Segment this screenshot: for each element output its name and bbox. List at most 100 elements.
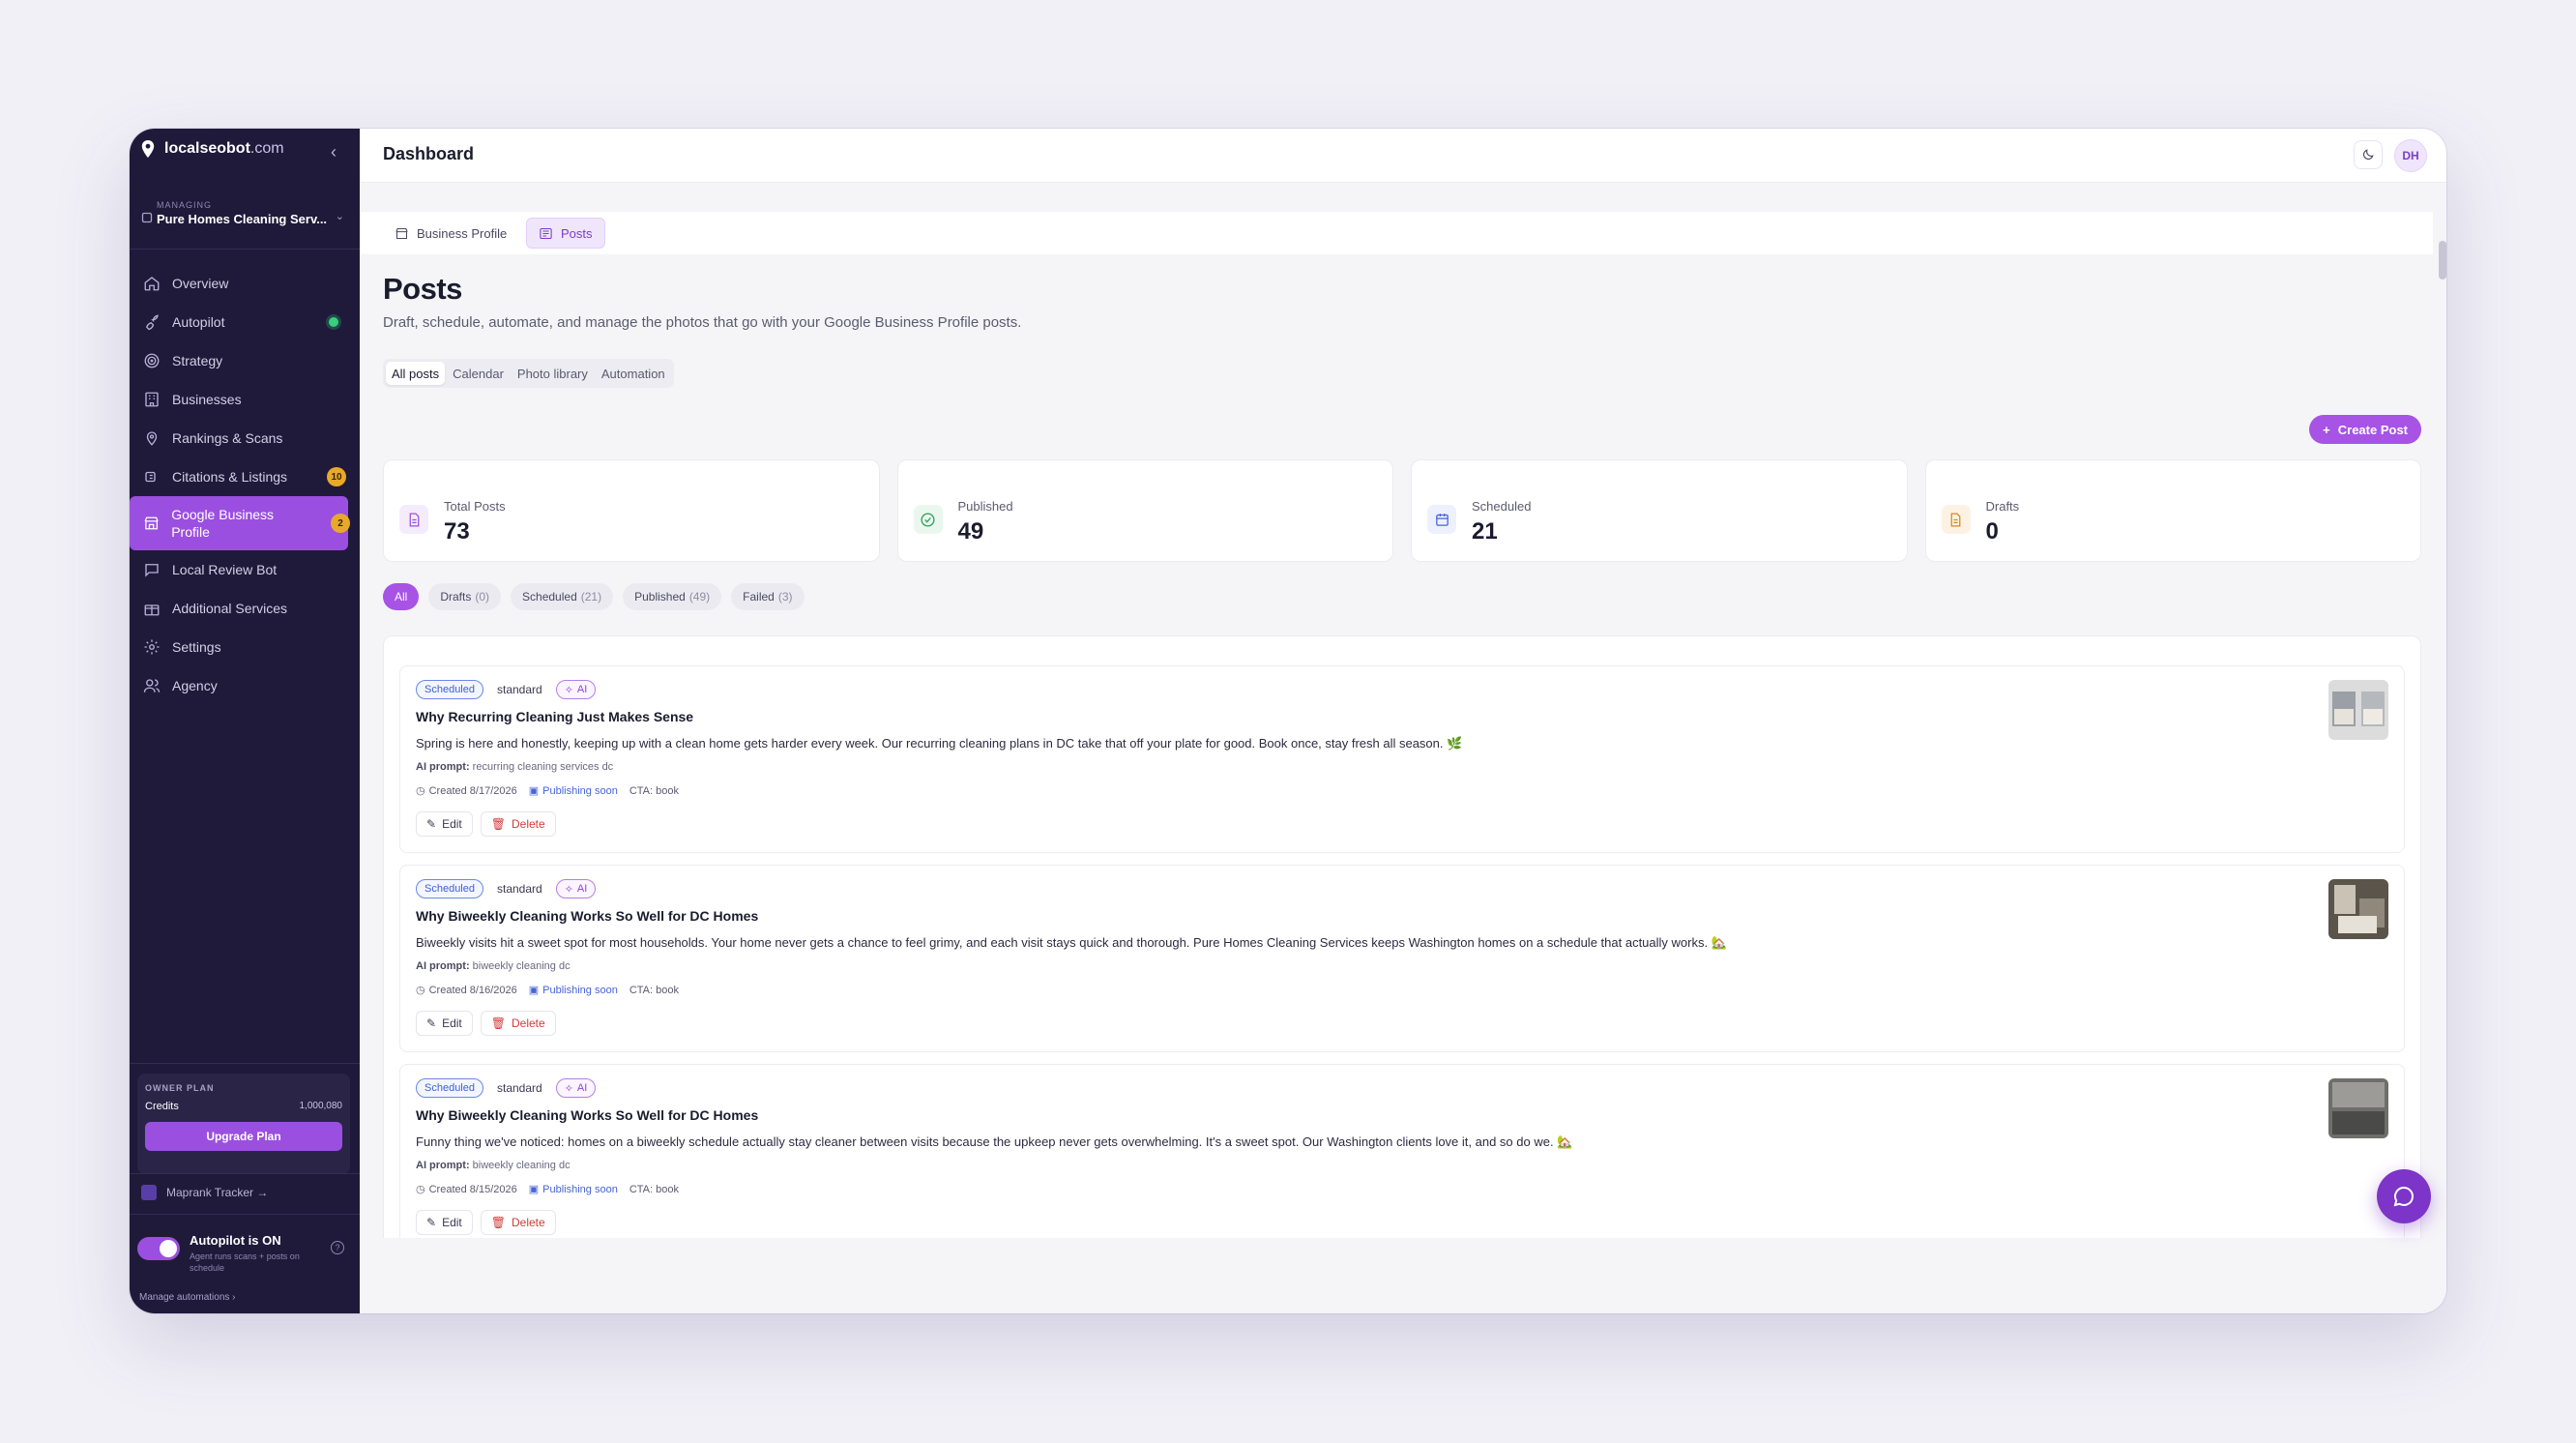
post-photo[interactable]: [2328, 1078, 2388, 1138]
ai-badge: ✧ AI: [555, 879, 597, 898]
post-meta: ◷ Created 8/16/2026 ▣ Publishing soon CTA:…: [416, 984, 679, 997]
sidebar-item-label: Strategy: [172, 353, 223, 368]
ai-prompt: AI prompt: biweekly cleaning dc: [416, 960, 571, 972]
delete-button[interactable]: 🗑 Delete: [480, 811, 556, 837]
post-photo[interactable]: [2328, 879, 2388, 939]
pencil-icon: ✎: [426, 817, 437, 831]
upgrade-plan-button[interactable]: Upgrade Plan: [145, 1122, 342, 1151]
tab-calendar[interactable]: Calendar: [447, 362, 510, 385]
stat-card-scheduled: Scheduled 21: [1411, 459, 1908, 562]
main-area: Dashboard DH Business Profile Posts Post…: [360, 129, 2446, 1313]
status-dot: [329, 317, 338, 327]
sidebar-item-local-review-bot[interactable]: Local Review Bot: [130, 550, 360, 589]
tab-photo-library[interactable]: Photo library: [512, 362, 594, 385]
filter-drafts[interactable]: Drafts (0): [428, 583, 502, 610]
tab-automation[interactable]: Automation: [596, 362, 671, 385]
tab-posts[interactable]: Posts: [526, 218, 605, 249]
filter-scheduled[interactable]: Scheduled (21): [511, 583, 614, 610]
post-title: Why Biweekly Cleaning Works So Well for …: [416, 1107, 759, 1123]
theme-toggle-button[interactable]: [2354, 140, 2383, 169]
post-body: Funny thing we've noticed: homes on a bi…: [416, 1134, 1573, 1149]
building-icon: [145, 392, 159, 407]
trash-icon: 🗑: [490, 1216, 506, 1229]
link-icon: [145, 471, 156, 483]
divider: [130, 249, 360, 250]
business-name: Pure Homes Cleaning Serv...: [157, 212, 328, 226]
sidebar-item-businesses[interactable]: Businesses: [130, 380, 360, 419]
credits-value: 1,000,080: [299, 1101, 343, 1111]
edit-button[interactable]: ✎ Edit: [416, 811, 473, 837]
sidebar-nav: Overview Autopilot Strategy Businesses R…: [130, 264, 360, 705]
sidebar-item-overview[interactable]: Overview: [130, 264, 360, 303]
gear-icon: [144, 639, 160, 655]
stat-value: 49: [957, 518, 984, 545]
post-tags: Scheduled standard ✧ AI: [416, 1078, 597, 1098]
post-body: Biweekly visits hit a sweet spot for mos…: [416, 935, 1727, 950]
post-card: Scheduled standard ✧ AI Why Biweekly Clea…: [399, 865, 2405, 1052]
help-icon[interactable]: ?: [331, 1241, 344, 1254]
autopilot-status: Autopilot is ON Agent runs scans + posts…: [137, 1229, 352, 1287]
filter-published[interactable]: Published (49): [623, 583, 722, 610]
newspaper-icon: [540, 227, 552, 239]
sidebar-item-additional-services[interactable]: Additional Services: [130, 589, 360, 628]
maprank-tracker-link[interactable]: Maprank Tracker →: [141, 1185, 268, 1200]
brand[interactable]: localseobot.com: [141, 140, 284, 158]
sidebar-item-settings[interactable]: Settings: [130, 628, 360, 666]
trash-icon: 🗑: [490, 1016, 506, 1030]
sidebar-item-label: Agency: [172, 678, 218, 693]
post-type: standard: [497, 882, 542, 896]
posts-list: Scheduled standard ✧ AI Why Recurring Cle…: [383, 635, 2421, 1238]
sidebar-item-label: Google Business Profile: [171, 506, 275, 540]
content-scroll[interactable]: Business Profile Posts Posts Draft, sche…: [360, 183, 2446, 1238]
credits-label: Credits: [145, 1101, 179, 1112]
target-icon: [144, 353, 160, 368]
manage-automations-link[interactable]: Manage automations ›: [139, 1292, 236, 1303]
sidebar-item-citations[interactable]: Citations & Listings 10: [130, 457, 360, 496]
gift-icon: [144, 604, 160, 616]
chat-button[interactable]: [2377, 1169, 2431, 1223]
app-window: localseobot.com ‹ MANAGING Pure Homes Cl…: [130, 129, 2446, 1313]
autopilot-title: Autopilot is ON: [190, 1233, 281, 1248]
plan-heading: OWNER PLAN: [145, 1083, 215, 1093]
edit-button[interactable]: ✎ Edit: [416, 1011, 473, 1036]
sidebar-item-label: Overview: [172, 276, 229, 291]
calendar-icon: ▣: [528, 985, 540, 996]
sidebar-item-autopilot[interactable]: Autopilot: [130, 303, 360, 341]
sidebar-item-label: Local Review Bot: [172, 562, 278, 577]
avatar[interactable]: DH: [2394, 139, 2427, 172]
moon-icon: [2363, 149, 2374, 160]
sparkle-icon: ✧: [564, 883, 573, 896]
sidebar-item-agency[interactable]: Agency: [130, 666, 360, 705]
delete-button[interactable]: 🗑 Delete: [480, 1011, 556, 1036]
business-switcher[interactable]: MANAGING Pure Homes Cleaning Serv... ⌄: [141, 200, 344, 226]
stat-label: Total Posts: [444, 499, 506, 514]
sidebar-item-strategy[interactable]: Strategy: [130, 341, 360, 380]
tab-all-posts[interactable]: All posts: [386, 362, 446, 385]
stat-card-total: Total Posts 73: [383, 459, 880, 562]
edit-button[interactable]: ✎ Edit: [416, 1210, 473, 1235]
post-photo[interactable]: [2328, 680, 2388, 740]
collapse-sidebar-icon[interactable]: ‹: [331, 142, 337, 162]
delete-button[interactable]: 🗑 Delete: [480, 1210, 556, 1235]
maprank-label: Maprank Tracker →: [166, 1186, 269, 1199]
trash-icon: 🗑: [490, 817, 506, 831]
divider: [130, 1214, 360, 1215]
scrollbar[interactable]: [2439, 241, 2446, 280]
post-actions: ✎ Edit 🗑 Delete: [416, 811, 556, 837]
filter-failed[interactable]: Failed (3): [731, 583, 805, 610]
stats-row: Total Posts 73 Published 49 Scheduled 21: [383, 459, 2421, 562]
calendar-icon: [1427, 505, 1456, 534]
sidebar-item-google-business-profile[interactable]: Google Business Profile 2: [130, 496, 350, 550]
tab-business-profile[interactable]: Business Profile: [383, 218, 518, 249]
status-filters: All Drafts (0) Scheduled (21) Published (49…: [383, 583, 805, 610]
ai-badge: ✧ AI: [555, 680, 597, 699]
sidebar-item-label: Settings: [172, 639, 221, 655]
post-type: standard: [497, 1081, 542, 1095]
managing-label: MANAGING: [157, 200, 213, 210]
sparkle-icon: ✧: [564, 1082, 573, 1095]
filter-all[interactable]: All: [383, 583, 420, 610]
sidebar-item-label: Businesses: [172, 392, 242, 407]
sidebar-item-rankings[interactable]: Rankings & Scans: [130, 419, 360, 457]
autopilot-toggle[interactable]: [137, 1237, 180, 1260]
create-post-button[interactable]: + Create Post: [2309, 415, 2421, 444]
